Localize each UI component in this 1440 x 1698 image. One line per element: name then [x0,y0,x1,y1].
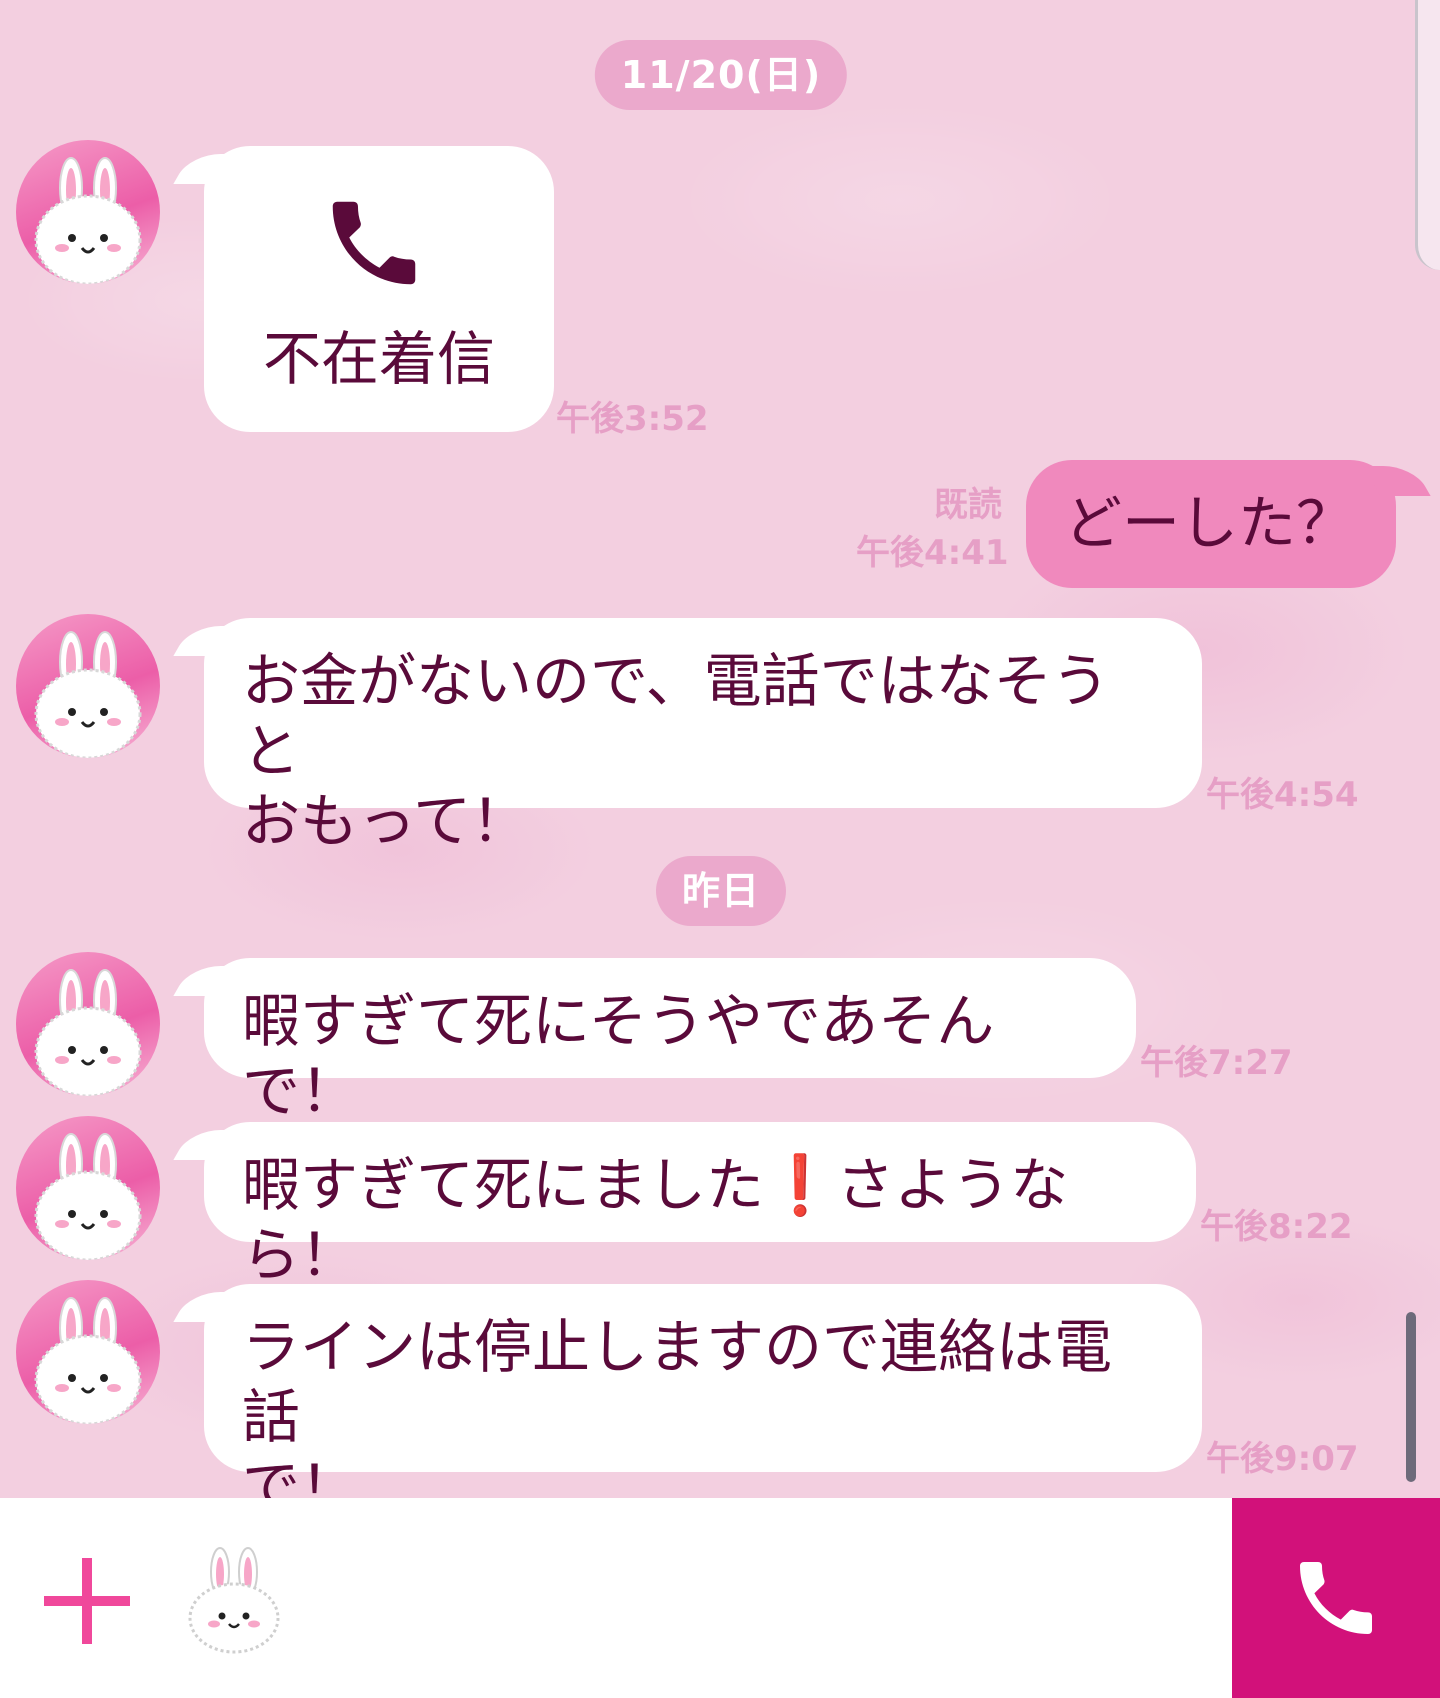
message-text: 暇すぎて死にました [242,1151,765,1219]
call-button[interactable] [1232,1498,1440,1698]
message-text: どーした？ [1064,489,1355,557]
bunny-sticker-icon[interactable] [186,1546,282,1654]
message-text-line: ラインは停止しますので連絡は電話 [242,1313,1113,1451]
incoming-message[interactable]: お金がないので、電話ではなそうと おもって！ [204,618,1202,855]
date-separator: 11/20(日) [594,40,848,110]
message-timestamp: 午後8:22 [1200,1207,1353,1247]
plus-icon[interactable] [44,1558,130,1644]
message-text: 暇すぎて死にそうやであそんで！ [242,987,995,1125]
missed-call-bubble[interactable]: 不在着信 [204,146,554,432]
bunny-avatar-icon[interactable] [16,140,160,284]
message-text-line: おもって！ [242,787,530,855]
message-timestamp: 午後3:52 [556,399,709,439]
side-panel-edge [1415,0,1440,270]
message-timestamp: 午後4:41 [856,533,1009,573]
message-text-line: お金がないので、電話ではなそうと [242,647,1110,785]
read-receipt: 既読 [934,485,1002,525]
incoming-message[interactable]: 暇すぎて死にそうやであそんで！ [204,958,1136,1125]
message-text-line: で！ [242,1453,359,1498]
missed-call-label: 不在着信 [262,325,495,393]
message-timestamp: 午後9:07 [1206,1439,1359,1479]
incoming-message[interactable]: 暇すぎて死にました❗さようなら！ [204,1122,1196,1289]
date-separator: 昨日 [655,856,787,926]
exclamation-emoji: ❗ [764,1151,837,1219]
bunny-avatar-icon[interactable] [16,1280,160,1424]
incoming-message[interactable]: ラインは停止しますので連絡は電話 で！ [204,1284,1202,1498]
outgoing-message[interactable]: どーした？ [1026,460,1396,588]
message-timestamp: 午後7:27 [1140,1043,1293,1083]
scrollbar[interactable] [1406,1312,1416,1482]
bunny-avatar-icon[interactable] [16,1116,160,1260]
chat-area[interactable]: 11/20(日) 不在着信 午後3:52 既読 午後4:41 どーした？ お金が… [0,0,1440,1498]
message-timestamp: 午後4:54 [1206,775,1359,815]
bunny-avatar-icon[interactable] [16,952,160,1096]
input-bar [0,1498,1232,1698]
bunny-avatar-icon[interactable] [16,614,160,758]
phone-icon [1288,1550,1384,1646]
phone-icon [319,188,429,298]
